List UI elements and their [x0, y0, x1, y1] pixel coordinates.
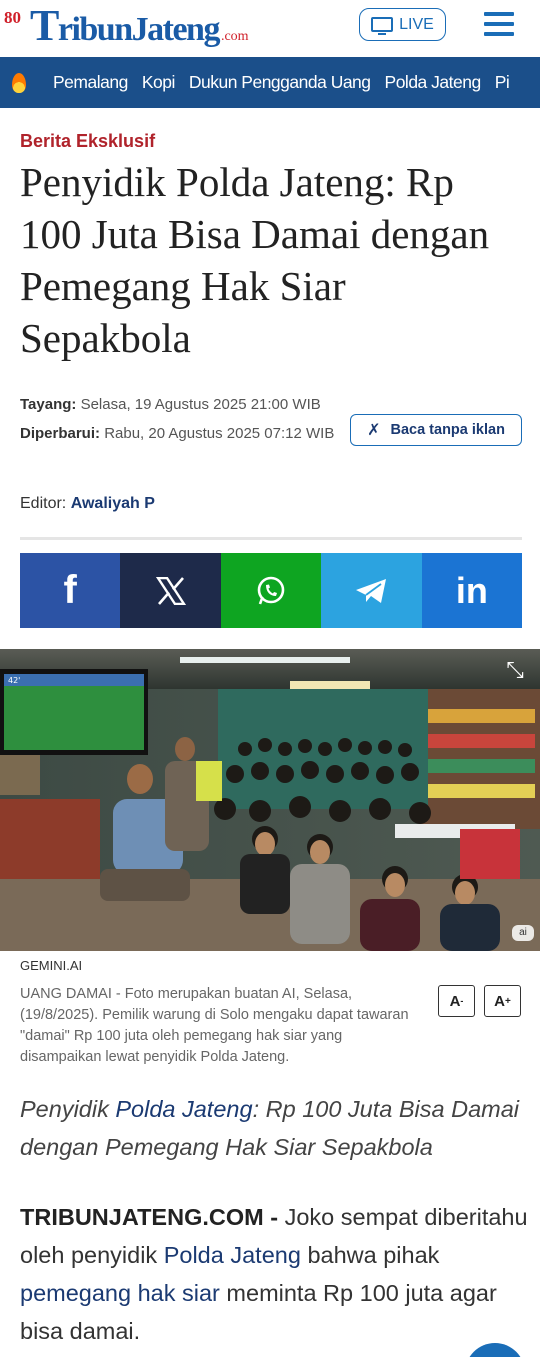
dateline: TRIBUNJATENG.COM - [20, 1204, 279, 1230]
trending-nav: Pemalang Kopi Dukun Pengganda Uang Polda… [0, 57, 540, 108]
editor-name[interactable]: Awaliyah P [71, 495, 155, 512]
read-ad-free-label: Baca tanpa iklan [390, 422, 505, 438]
logo-wordmark: TribunJateng .com [30, 1, 249, 50]
article-body-paragraph: TRIBUNJATENG.COM - Joko sempat diberitah… [20, 1204, 528, 1344]
whatsapp-icon[interactable] [220, 553, 322, 628]
lead-link-polda-jateng[interactable]: Polda Jateng [115, 1096, 252, 1122]
article-category[interactable]: Berita Eksklusif [20, 131, 155, 152]
nav-item-kopi[interactable]: Kopi [142, 72, 176, 93]
photo-caption: UANG DAMAI - Foto merupakan buatan AI, S… [20, 986, 409, 1065]
share-bar: f in [20, 553, 523, 628]
expand-icon[interactable]: ⤡ [500, 657, 530, 687]
hamburger-menu-icon[interactable] [484, 12, 514, 36]
live-button[interactable]: LIVE [359, 8, 446, 41]
linkedin-icon[interactable]: in [421, 553, 523, 628]
divider [20, 537, 522, 540]
nav-item-polda-jateng[interactable]: Polda Jateng [385, 72, 482, 93]
facebook-icon[interactable]: f [20, 553, 121, 628]
tv-icon [371, 17, 394, 35]
body-link-pemegang-hak-siar[interactable]: pemegang hak siar [20, 1280, 220, 1306]
ai-badge: ai [512, 925, 534, 941]
article-image[interactable]: 42' ⤡ ai [0, 649, 540, 951]
tv-scoreboard: 42' [8, 676, 20, 685]
live-label: LIVE [399, 15, 434, 33]
photo-credit: GEMINI.AI [20, 958, 83, 973]
article-lead: Penyidik Polda Jateng: Rp 100 Juta Bisa … [20, 1096, 520, 1160]
article-editor: Editor: Awaliyah P [20, 495, 155, 512]
nav-item-truncated[interactable]: Pi [495, 72, 510, 93]
anniversary-badge: 80 [4, 8, 21, 27]
site-header: 80 TribunJateng .com LIVE [0, 0, 540, 57]
telegram-icon[interactable] [321, 553, 422, 628]
no-ads-icon: ✗ [367, 422, 381, 439]
read-ad-free-button[interactable]: ✗ Baca tanpa iklan [350, 414, 522, 446]
nav-item-dukun-pengganda-uang[interactable]: Dukun Pengganda Uang [189, 72, 371, 93]
site-logo[interactable]: 80 TribunJateng .com [0, 0, 249, 50]
font-increase-button[interactable]: A + [484, 985, 521, 1017]
body-link-polda-jateng[interactable]: Polda Jateng [164, 1242, 301, 1268]
x-icon[interactable] [120, 553, 221, 628]
font-decrease-button[interactable]: A- [438, 985, 475, 1017]
updated-date: Diperbarui: Rabu, 20 Agustus 2025 07:12 … [20, 425, 335, 442]
article-title: Penyidik Polda Jateng: Rp 100 Juta Bisa … [20, 159, 490, 361]
fire-icon [0, 57, 38, 108]
publish-date: Tayang: Selasa, 19 Agustus 2025 21:00 WI… [20, 396, 321, 413]
warung-crowd-illustration: 42' [0, 649, 540, 951]
nav-item-pemalang[interactable]: Pemalang [53, 72, 128, 93]
